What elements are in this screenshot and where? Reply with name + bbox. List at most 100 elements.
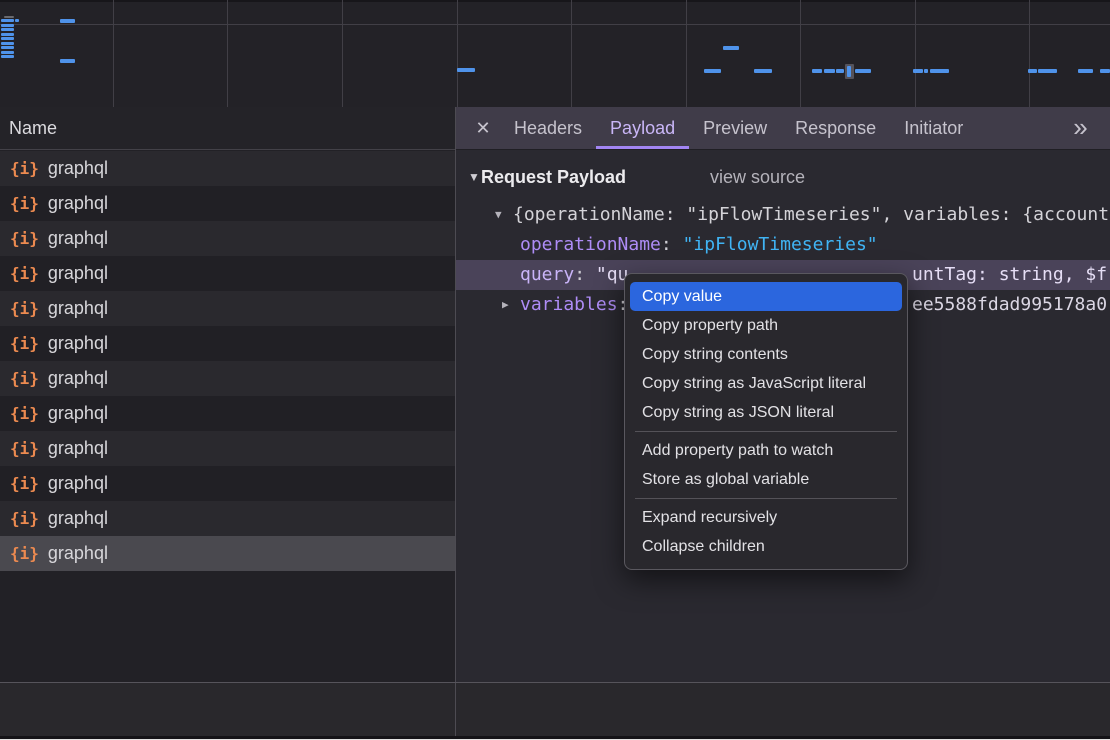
section-title: Request Payload [481,160,626,194]
json-braces-icon: {i} [10,194,39,213]
request-row[interactable]: {i} graphql [0,326,455,361]
colon: : [574,264,585,285]
overview-request-bar [924,69,928,73]
menu-item-copy-string-as-json-literal[interactable]: Copy string as JSON literal [630,398,902,427]
json-braces-icon: {i} [10,334,39,353]
overview-request-bar [1,37,14,40]
overview-request-bar [1,24,14,27]
menu-item-copy-string-as-javascript-literal[interactable]: Copy string as JavaScript literal [630,369,902,398]
name-column-header[interactable]: Name [0,107,455,150]
request-row[interactable]: {i}graphql [0,221,455,256]
overview-request-bar [723,46,739,50]
overview-gridline [571,0,572,107]
close-icon[interactable]: ✕ [466,107,500,149]
property-key: query [520,264,574,285]
overview-request-bar [4,16,14,18]
request-list-panel: Name {i} graphql {i} graphql {i} graphql {i} gr… [0,107,455,736]
request-name: graphql [48,403,108,424]
overview-request-bar [1038,69,1057,73]
tab-response[interactable]: Response [781,107,890,149]
detail-tabbar: ✕ HeadersPayloadPreviewResponseInitiator… [456,107,1110,150]
request-name: graphql [48,193,108,214]
overview-gridline [686,0,687,107]
tab-headers[interactable]: Headers [500,107,596,149]
network-overview[interactable] [0,0,1110,107]
overview-request-bar [1,28,14,31]
bottom-empty-area [0,683,1110,736]
overview-request-bar [1078,69,1093,73]
overview-gridline [1029,0,1030,107]
request-row[interactable]: {i}graphql [0,396,455,431]
chevron-down-icon[interactable]: ▼ [495,200,502,230]
menu-item-store-as-global-variable[interactable]: Store as global variable [630,465,902,494]
request-name: graphql [48,333,108,354]
request-name: graphql [48,368,108,389]
payload-root-preview: {operationName: "ipFlowTimeseries", vari… [513,200,1109,230]
property-value-right: ee5588fdad995178a0 [912,290,1107,320]
panel-divider-vertical[interactable] [455,107,456,736]
menu-item-add-property-path-to-watch[interactable]: Add property path to watch [630,436,902,465]
overview-gridline [0,24,1110,25]
menu-item-collapse-children[interactable]: Collapse children [630,532,902,561]
tab-initiator[interactable]: Initiator [890,107,977,149]
property-value: "ipFlowTimeseries" [683,234,878,255]
overview-request-bar [1,46,14,49]
view-source-link[interactable]: view source [710,160,805,194]
menu-item-copy-property-path[interactable]: Copy property path [630,311,902,340]
overview-gridline [800,0,801,107]
menu-item-copy-string-contents[interactable]: Copy string contents [630,340,902,369]
overview-request-bar [1,33,14,36]
json-braces-icon: {i} [10,369,39,388]
request-row[interactable]: {i}graphql [0,151,455,186]
overview-request-bar [855,69,871,73]
tab-payload[interactable]: Payload [596,107,689,149]
property-value-left: "qu [585,264,628,285]
request-name: graphql [48,228,108,249]
request-name: graphql [48,543,108,564]
overview-request-bar [930,69,949,73]
property-value-right: untTag: string, $f [912,260,1107,290]
panel-divider-horizontal[interactable] [0,682,1110,683]
overview-request-bar [812,69,822,73]
request-name: graphql [48,473,108,494]
request-row[interactable]: {i} graphql [0,361,455,396]
payload-operationname-row[interactable]: operationName: "ipFlowTimeseries" [456,230,1110,260]
request-payload-section-header: ▼ Request Payload view source [456,160,1110,194]
chevron-right-icon[interactable]: ▶ [502,290,509,320]
request-name: graphql [48,263,108,284]
property-key: operationName [520,234,661,255]
overview-gridline [915,0,916,107]
overview-request-bar [1,19,14,22]
payload-root-row[interactable]: ▼ {operationName: "ipFlowTimeseries", va… [456,200,1110,230]
property-key: variables [520,294,618,315]
context-menu: Copy valueCopy property pathCopy string … [624,273,908,570]
menu-item-copy-value[interactable]: Copy value [630,282,902,311]
request-name: graphql [48,438,108,459]
colon: : [661,234,672,255]
menu-item-expand-recursively[interactable]: Expand recursively [630,503,902,532]
request-row[interactable]: {i} graphql [0,186,455,221]
overview-request-bar [754,69,772,73]
overview-request-bar [1100,69,1110,73]
overview-request-bar [1,51,14,54]
section-collapse-icon[interactable]: ▼ [468,160,480,194]
tab-preview[interactable]: Preview [689,107,781,149]
request-row[interactable]: {i}graphql [0,431,455,466]
overview-top-edge [0,0,1110,2]
request-row[interactable]: {i}graphql [0,291,455,326]
json-braces-icon: {i} [10,159,39,178]
overview-request-bar [457,68,475,72]
request-row[interactable]: {i}graphql [0,501,455,536]
request-row[interactable]: {i} graphql [0,466,455,501]
json-braces-icon: {i} [10,474,39,493]
json-braces-icon: {i} [10,299,39,318]
devtools-network-panel: Name {i} graphql {i} graphql {i} graphql {i} gr… [0,0,1110,740]
json-braces-icon: {i} [10,509,39,528]
more-tabs-icon[interactable]: » [1073,107,1087,149]
overview-request-bar [1,55,14,58]
request-row[interactable]: {i}graphql [0,536,455,571]
overview-gridline [342,0,343,107]
request-row[interactable]: {i}graphql [0,256,455,291]
overview-gridline [457,0,458,107]
overview-request-bar [60,59,75,63]
